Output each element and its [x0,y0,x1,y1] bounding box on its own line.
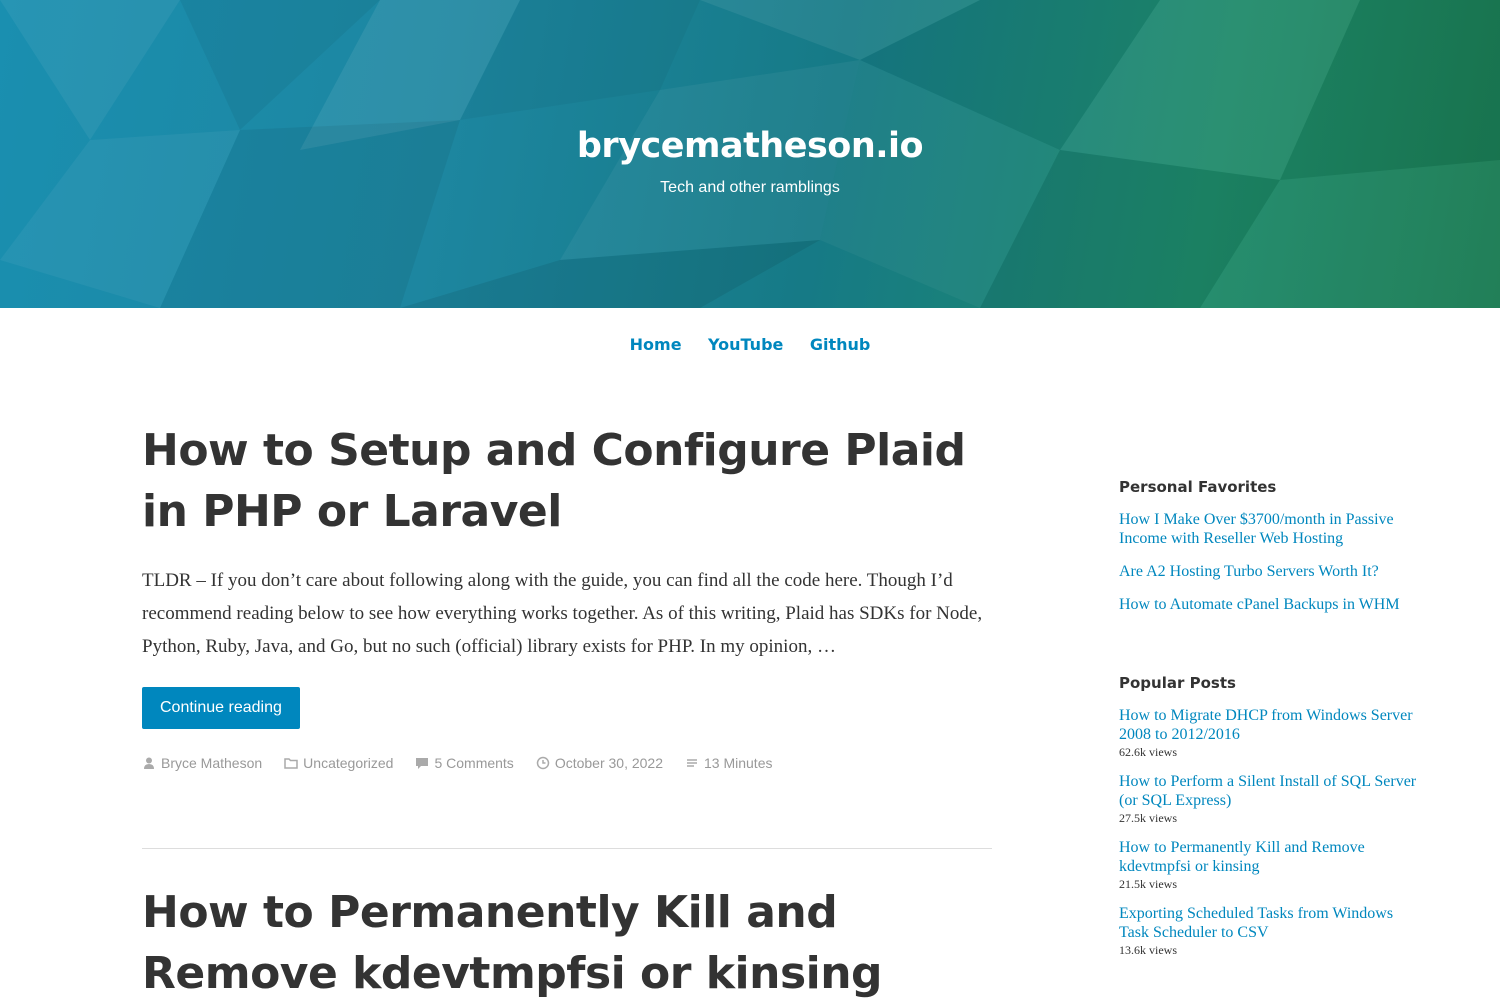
favorite-link[interactable]: How I Make Over $3700/month in Passive I… [1119,510,1419,548]
widget-title: Popular Posts [1119,674,1236,692]
widget-popular-posts: Popular Posts How to Migrate DHCP from W… [1119,674,1419,958]
widget-personal-favorites: Personal Favorites How I Make Over $3700… [1119,478,1419,614]
popular-post-views: 27.5k views [1119,811,1177,825]
post-comments[interactable]: 5 Comments [415,755,514,771]
popular-post-views: 13.6k views [1119,943,1177,957]
post-entry: How to Setup and Configure Plaid in PHP … [142,420,992,771]
post-date-text: October 30, 2022 [554,755,663,771]
post-read-time: 13 Minutes [685,755,772,771]
site-header: brycematheson.io Tech and other rambling… [0,0,1500,308]
popular-post-item: How to Perform a Silent Install of SQL S… [1119,772,1419,826]
widget-title: Personal Favorites [1119,478,1277,496]
popular-post-link[interactable]: Exporting Scheduled Tasks from Windows T… [1119,904,1419,942]
main-navigation: Home YouTube Github [0,335,1500,355]
popular-post-views: 62.6k views [1119,745,1177,759]
site-tagline: Tech and other ramblings [660,179,840,196]
popular-post-item: Exporting Scheduled Tasks from Windows T… [1119,904,1419,958]
post-divider [142,848,992,849]
post-title[interactable]: How to Setup and Configure Plaid in PHP … [142,420,992,542]
favorite-link[interactable]: How to Automate cPanel Backups in WHM [1119,595,1419,614]
nav-item-github[interactable]: Github [810,335,871,354]
post-title[interactable]: How to Permanently Kill and Remove kdevt… [142,882,992,1000]
popular-post-item: How to Permanently Kill and Remove kdevt… [1119,838,1419,892]
lines-icon [687,759,697,767]
post-author-name: Bryce Matheson [161,755,263,771]
popular-post-views: 21.5k views [1119,877,1177,891]
continue-reading-button[interactable]: Continue reading [142,687,300,729]
nav-item-youtube[interactable]: YouTube [708,335,783,354]
user-icon [144,757,154,769]
popular-post-item: How to Migrate DHCP from Windows Server … [1119,706,1419,760]
post-read-time-text: 13 Minutes [704,755,773,771]
site-title[interactable]: brycematheson.io [0,126,1500,166]
post-category[interactable]: Uncategorized [284,755,393,771]
post-excerpt: TLDR – If you don’t care about following… [142,570,983,657]
popular-post-link[interactable]: How to Migrate DHCP from Windows Server … [1119,706,1419,744]
post-date[interactable]: October 30, 2022 [536,755,663,771]
post-author[interactable]: Bryce Matheson [142,755,262,771]
folder-icon [284,758,298,769]
popular-post-link[interactable]: How to Permanently Kill and Remove kdevt… [1119,838,1419,876]
post-comments-count: 5 Comments [434,755,514,771]
post-entry: How to Permanently Kill and Remove kdevt… [142,882,992,1000]
popular-post-link[interactable]: How to Perform a Silent Install of SQL S… [1119,772,1419,810]
comment-icon [416,758,429,769]
post-meta: Bryce Matheson Uncategorized 5 Comments [142,755,992,771]
favorite-link[interactable]: Are A2 Hosting Turbo Servers Worth It? [1119,562,1419,581]
post-list: How to Setup and Configure Plaid in PHP … [142,420,992,771]
nav-item-home[interactable]: Home [630,335,682,354]
post-category-name: Uncategorized [303,755,394,771]
clock-icon [536,756,550,770]
sidebar: Personal Favorites How I Make Over $3700… [1119,478,1419,970]
